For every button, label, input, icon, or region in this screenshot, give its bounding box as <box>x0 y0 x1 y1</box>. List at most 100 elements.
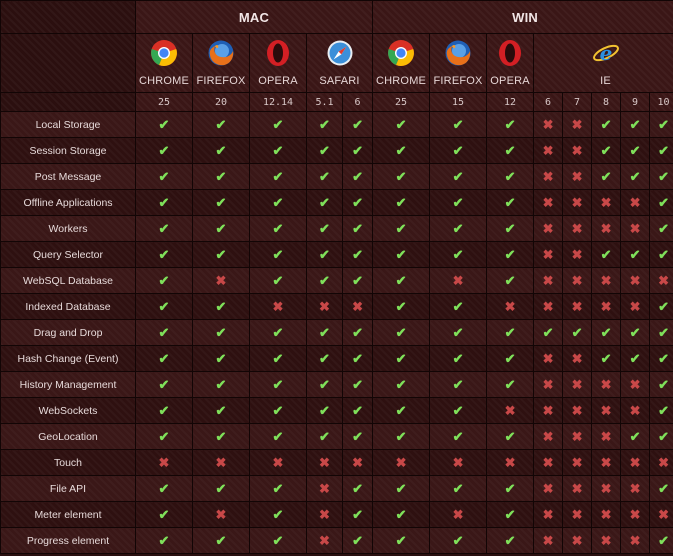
cross-icon: ✖ <box>562 111 593 138</box>
browser-name: FIREFOX <box>196 75 246 87</box>
check-icon: ✔ <box>486 319 535 346</box>
check-icon: ✔ <box>372 163 431 190</box>
check-icon: ✔ <box>192 319 250 346</box>
check-icon: ✔ <box>135 527 193 554</box>
browser-name: FIREFOX <box>433 75 483 87</box>
cross-icon: ✖ <box>533 423 564 450</box>
check-icon: ✔ <box>192 371 250 398</box>
feature-row: GeoLocation ✔ ✔ ✔ ✔ ✔ ✔ ✔ ✔ ✖ ✖ ✖ ✔ ✔ <box>0 423 673 450</box>
safari-icon <box>327 40 353 66</box>
check-icon: ✔ <box>135 293 193 320</box>
check-icon: ✔ <box>591 111 622 138</box>
check-icon: ✔ <box>135 371 193 398</box>
check-icon: ✔ <box>591 345 622 372</box>
check-icon: ✔ <box>135 215 193 242</box>
firefox-icon <box>445 40 471 66</box>
browser-mac-safari: SAFARI <box>305 33 374 93</box>
cross-icon: ✖ <box>591 475 622 502</box>
cross-icon: ✖ <box>533 449 564 476</box>
cross-icon: ✖ <box>620 189 651 216</box>
check-icon: ✔ <box>429 241 488 268</box>
check-icon: ✔ <box>249 319 307 346</box>
cross-icon: ✖ <box>372 449 431 476</box>
check-icon: ✔ <box>486 475 535 502</box>
platform-mac-header: MAC <box>134 0 374 34</box>
cross-icon: ✖ <box>591 215 622 242</box>
cross-icon: ✖ <box>562 501 593 528</box>
feature-row: Drag and Drop ✔ ✔ ✔ ✔ ✔ ✔ ✔ ✔ ✔ ✔ ✔ ✔ ✔ <box>0 319 673 346</box>
browser-mac-firefox: FIREFOX <box>192 33 250 93</box>
feature-name: Offline Applications <box>0 189 136 216</box>
version-cell: 10 <box>649 92 673 112</box>
check-icon: ✔ <box>562 319 593 346</box>
check-icon: ✔ <box>306 137 343 164</box>
check-icon: ✔ <box>341 319 374 346</box>
feature-name: Indexed Database <box>0 293 136 320</box>
cross-icon: ✖ <box>192 449 250 476</box>
cross-icon: ✖ <box>533 137 564 164</box>
check-icon: ✔ <box>486 241 535 268</box>
cross-icon: ✖ <box>562 397 593 424</box>
cross-icon: ✖ <box>533 163 564 190</box>
check-icon: ✔ <box>620 423 651 450</box>
cross-icon: ✖ <box>649 267 673 294</box>
cross-icon: ✖ <box>562 449 593 476</box>
cross-icon: ✖ <box>192 267 250 294</box>
feature-row: Workers ✔ ✔ ✔ ✔ ✔ ✔ ✔ ✔ ✖ ✖ ✖ ✖ ✔ <box>0 215 673 242</box>
cross-icon: ✖ <box>591 397 622 424</box>
version-cell: 12 <box>486 92 535 112</box>
cross-icon: ✖ <box>562 475 593 502</box>
browser-mac-opera: OPERA <box>249 33 307 93</box>
feature-name: Meter element <box>0 501 136 528</box>
cross-icon: ✖ <box>620 449 651 476</box>
cross-icon: ✖ <box>562 423 593 450</box>
check-icon: ✔ <box>249 501 307 528</box>
cross-icon: ✖ <box>533 501 564 528</box>
check-icon: ✔ <box>306 241 343 268</box>
feature-name: Query Selector <box>0 241 136 268</box>
check-icon: ✔ <box>249 475 307 502</box>
check-icon: ✔ <box>341 397 374 424</box>
check-icon: ✔ <box>486 345 535 372</box>
cross-icon: ✖ <box>591 449 622 476</box>
check-icon: ✔ <box>249 423 307 450</box>
check-icon: ✔ <box>341 423 374 450</box>
check-icon: ✔ <box>249 345 307 372</box>
check-icon: ✔ <box>372 241 431 268</box>
cross-icon: ✖ <box>341 293 374 320</box>
check-icon: ✔ <box>341 475 374 502</box>
feature-name: Session Storage <box>0 137 136 164</box>
feature-name: WebSockets <box>0 397 136 424</box>
cross-icon: ✖ <box>533 111 564 138</box>
cross-icon: ✖ <box>591 189 622 216</box>
check-icon: ✔ <box>135 423 193 450</box>
check-icon: ✔ <box>341 501 374 528</box>
check-icon: ✔ <box>306 319 343 346</box>
check-icon: ✔ <box>249 137 307 164</box>
check-icon: ✔ <box>429 423 488 450</box>
feature-row: Touch ✖ ✖ ✖ ✖ ✖ ✖ ✖ ✖ ✖ ✖ ✖ ✖ ✖ <box>0 449 673 476</box>
check-icon: ✔ <box>341 241 374 268</box>
firefox-icon <box>208 40 234 66</box>
feature-row: WebSQL Database ✔ ✖ ✔ ✔ ✔ ✔ ✖ ✔ ✖ ✖ ✖ ✖ ✖ <box>0 267 673 294</box>
check-icon: ✔ <box>135 345 193 372</box>
check-icon: ✔ <box>372 293 431 320</box>
platform-win-header: WIN <box>372 0 673 34</box>
cross-icon: ✖ <box>562 345 593 372</box>
check-icon: ✔ <box>192 293 250 320</box>
version-cell: 25 <box>135 92 193 112</box>
check-icon: ✔ <box>341 371 374 398</box>
cross-icon: ✖ <box>562 267 593 294</box>
cross-icon: ✖ <box>533 241 564 268</box>
check-icon: ✔ <box>135 163 193 190</box>
check-icon: ✔ <box>649 527 673 554</box>
check-icon: ✔ <box>192 527 250 554</box>
feature-name: Drag and Drop <box>0 319 136 346</box>
check-icon: ✔ <box>341 527 374 554</box>
feature-row: File API ✔ ✔ ✔ ✖ ✔ ✔ ✔ ✔ ✖ ✖ ✖ ✖ ✔ <box>0 475 673 502</box>
check-icon: ✔ <box>372 527 431 554</box>
check-icon: ✔ <box>649 215 673 242</box>
check-icon: ✔ <box>620 137 651 164</box>
cross-icon: ✖ <box>591 501 622 528</box>
version-cell: 5.1 <box>306 92 343 112</box>
